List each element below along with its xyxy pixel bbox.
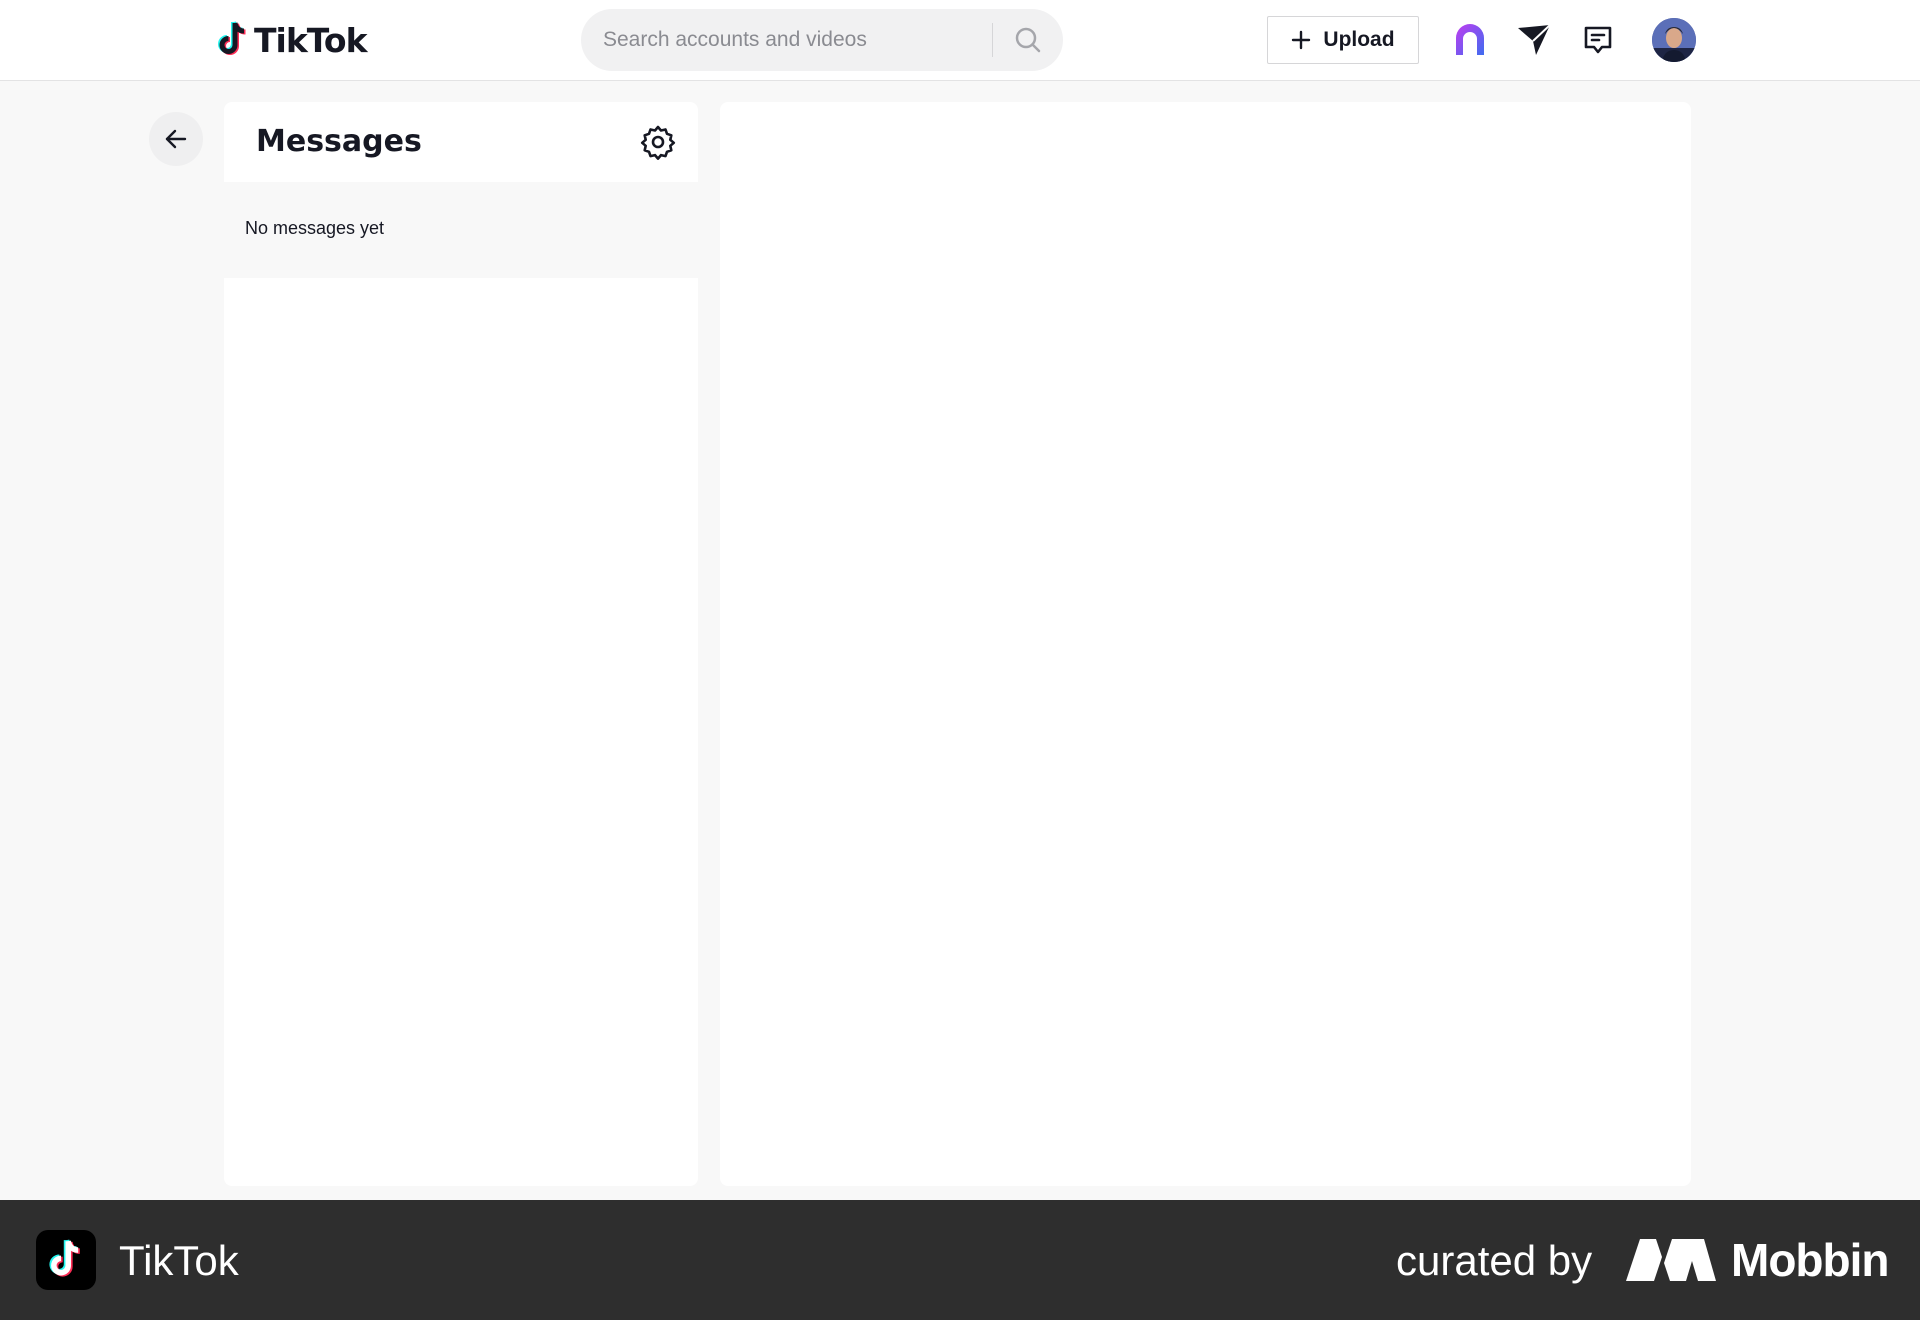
tiktok-logo[interactable]: TikTok xyxy=(218,18,368,62)
messages-panel: Messages No messages yet xyxy=(224,102,698,1186)
tiktok-note-icon xyxy=(49,1239,81,1277)
top-navigation-bar: TikTok Upload xyxy=(0,0,1920,81)
mobbin-wordmark: Mobbin xyxy=(1731,1234,1889,1286)
search-bar xyxy=(581,9,1063,71)
messages-title: Messages xyxy=(256,124,422,159)
message-settings-button[interactable] xyxy=(636,120,680,164)
footer-app-name: TikTok xyxy=(119,1237,239,1284)
inbox-button[interactable] xyxy=(1576,18,1620,62)
mobbin-logo-icon xyxy=(1626,1239,1716,1281)
tiktok-app-icon xyxy=(36,1230,96,1290)
messages-button[interactable] xyxy=(1512,18,1556,62)
avatar-image xyxy=(1652,18,1696,62)
tiktok-note-icon xyxy=(218,21,246,55)
tiktok-now-icon xyxy=(1456,24,1484,55)
search-input[interactable] xyxy=(603,9,993,71)
search-icon xyxy=(1015,27,1041,53)
tiktok-now-button[interactable] xyxy=(1448,18,1492,62)
plus-icon xyxy=(1292,30,1311,50)
profile-avatar[interactable] xyxy=(1652,18,1696,62)
messages-header: Messages xyxy=(224,102,698,182)
upload-label: Upload xyxy=(1323,28,1395,51)
curated-by-text: curated by xyxy=(1396,1237,1593,1284)
back-button[interactable] xyxy=(149,112,203,166)
inbox-icon xyxy=(1584,26,1612,54)
empty-messages-text: No messages yet xyxy=(245,218,385,238)
search-button[interactable] xyxy=(993,9,1063,71)
conversation-panel xyxy=(720,102,1691,1186)
logo-wordmark: TikTok xyxy=(254,20,368,60)
footer-banner: TikTok curated by Mobbin xyxy=(0,1200,1920,1320)
send-icon xyxy=(1518,24,1551,55)
gear-icon xyxy=(640,125,676,160)
arrow-left-icon xyxy=(165,129,187,149)
empty-messages-state: No messages yet xyxy=(224,182,698,278)
upload-button[interactable]: Upload xyxy=(1267,16,1419,64)
